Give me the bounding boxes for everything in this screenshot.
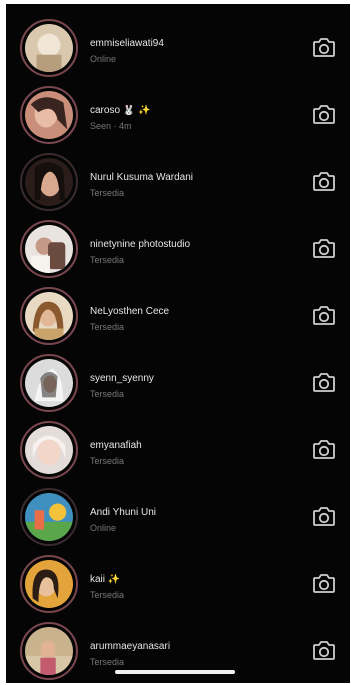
camera-icon[interactable]	[312, 304, 336, 326]
conversation-status: Tersedia	[90, 456, 125, 466]
camera-icon[interactable]	[312, 170, 336, 192]
conversation-status: Tersedia	[90, 188, 125, 198]
story-ring[interactable]	[20, 354, 78, 412]
story-ring[interactable]	[20, 421, 78, 479]
conversation-row[interactable]: ninetynine photostudio Tersedia	[6, 215, 350, 282]
conversation-status: Online	[90, 523, 117, 533]
story-ring[interactable]	[20, 287, 78, 345]
story-ring[interactable]	[20, 488, 78, 546]
avatar	[25, 627, 73, 675]
direct-messages-screen: emmiseliawati94 Online caroso 🐰 ✨ Seen ·…	[6, 4, 350, 683]
conversation-name: ninetynine photostudio	[90, 239, 191, 250]
conversation-row[interactable]: syenn_syenny Tersedia	[6, 349, 350, 416]
avatar	[25, 24, 73, 72]
conversation-status: Tersedia	[90, 389, 125, 399]
avatar	[25, 292, 73, 340]
conversation-row[interactable]: Nurul Kusuma Wardani Tersedia	[6, 148, 350, 215]
avatar	[25, 158, 73, 206]
story-ring[interactable]	[20, 86, 78, 144]
avatar	[25, 426, 73, 474]
avatar	[25, 560, 73, 608]
camera-icon[interactable]	[312, 572, 336, 594]
conversation-row[interactable]: kaii ✨ Tersedia	[6, 550, 350, 617]
conversation-status: Online	[90, 54, 117, 64]
conversation-status: Tersedia	[90, 322, 125, 332]
avatar	[25, 91, 73, 139]
conversation-name: caroso 🐰 ✨	[90, 105, 151, 116]
conversation-name: emyanafiah	[90, 440, 142, 451]
conversation-name: kaii ✨	[90, 574, 121, 585]
camera-icon[interactable]	[312, 505, 336, 527]
conversation-list[interactable]: emmiseliawati94 Online caroso 🐰 ✨ Seen ·…	[6, 14, 350, 683]
camera-icon[interactable]	[312, 438, 336, 460]
conversation-row[interactable]: Andi Yhuni Uni Online	[6, 483, 350, 550]
story-ring[interactable]	[20, 220, 78, 278]
conversation-name: NeLyosthen Cece	[90, 306, 170, 317]
avatar	[25, 225, 73, 273]
story-ring[interactable]	[20, 19, 78, 77]
conversation-name: emmiseliawati94	[90, 38, 164, 49]
camera-icon[interactable]	[312, 371, 336, 393]
conversation-status: Seen · 4m	[90, 121, 132, 131]
story-ring[interactable]	[20, 555, 78, 613]
camera-icon[interactable]	[312, 103, 336, 125]
conversation-status: Tersedia	[90, 255, 125, 265]
conversation-row[interactable]: NeLyosthen Cece Tersedia	[6, 282, 350, 349]
conversation-name: arummaeyanasari	[90, 641, 171, 652]
avatar	[25, 493, 73, 541]
conversation-row[interactable]: emyanafiah Tersedia	[6, 416, 350, 483]
avatar	[25, 359, 73, 407]
conversation-name: syenn_syenny	[90, 373, 154, 384]
story-ring[interactable]	[20, 153, 78, 211]
home-indicator[interactable]	[115, 670, 235, 674]
story-ring[interactable]	[20, 622, 78, 680]
camera-icon[interactable]	[312, 36, 336, 58]
conversation-name: Nurul Kusuma Wardani	[90, 172, 194, 183]
camera-icon[interactable]	[312, 237, 336, 259]
camera-icon[interactable]	[312, 639, 336, 661]
conversation-row[interactable]: emmiseliawati94 Online	[6, 14, 350, 81]
conversation-status: Tersedia	[90, 590, 125, 600]
conversation-status: Tersedia	[90, 657, 125, 667]
conversation-row[interactable]: caroso 🐰 ✨ Seen · 4m	[6, 81, 350, 148]
conversation-name: Andi Yhuni Uni	[90, 507, 156, 518]
